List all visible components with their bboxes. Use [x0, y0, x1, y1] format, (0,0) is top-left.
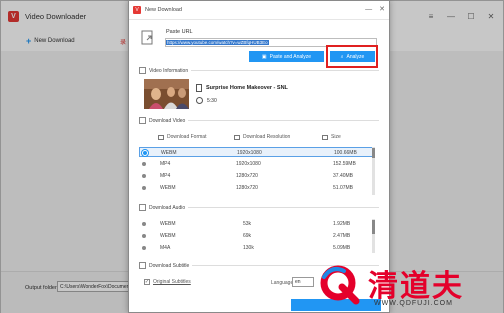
radio-button[interactable]	[142, 174, 146, 178]
original-subtitles-label: Original Subtitles	[153, 279, 191, 285]
audio-section-icon	[139, 204, 146, 211]
paste-url-label: Paste URL	[166, 29, 193, 35]
subtitle-section-icon	[139, 262, 146, 269]
video-section-icon	[139, 117, 146, 124]
video-thumbnail	[144, 79, 189, 109]
scrollbar-thumb[interactable]	[372, 220, 375, 234]
analyze-highlight-box	[326, 45, 378, 68]
language-select[interactable]: en	[292, 277, 314, 287]
link-icon	[141, 30, 153, 45]
close-icon[interactable]: ✕	[379, 6, 385, 13]
video-rows: WEBM 1920x1080 100.66MB MP4 1920x1080 15…	[139, 147, 373, 195]
radio-button[interactable]	[142, 234, 146, 238]
video-duration: 5:30	[207, 98, 217, 104]
radio-button[interactable]	[142, 162, 146, 166]
audio-row[interactable]: WEBM 53k 1.92MB	[139, 219, 373, 229]
subtitles-checkbox[interactable]: ✓	[144, 279, 150, 285]
video-row[interactable]: WEBM 1280x720 51.07MB	[139, 183, 373, 193]
video-row[interactable]: WEBM 1920x1080 100.66MB	[139, 147, 373, 157]
film-icon	[196, 84, 202, 92]
scrollbar-thumb[interactable]	[372, 148, 375, 158]
original-subtitles-option[interactable]: ✓ Original Subtitles	[144, 279, 191, 285]
url-selected-text: https://www.youtube.com/watch?v=wZBfqHUB…	[166, 40, 269, 45]
audio-scrollbar[interactable]	[372, 219, 375, 253]
video-row[interactable]: MP4 1920x1080 152.59MB	[139, 159, 373, 169]
column-header-size: Size	[322, 134, 341, 140]
video-title: Surprise Home Makeover - SNL	[206, 85, 288, 91]
paste-and-analyze-label: Paste and Analyze	[269, 53, 312, 60]
watermark-url: WWW.QDFUJI.COM	[374, 300, 453, 307]
radio-button[interactable]	[142, 222, 146, 226]
checkmark-icon[interactable]	[142, 150, 148, 156]
clock-icon	[196, 97, 203, 104]
radio-button[interactable]	[142, 186, 146, 190]
dialog-logo-icon: V	[133, 6, 141, 14]
watermark-brand-text: 清道夫	[368, 269, 464, 304]
info-icon	[139, 67, 146, 74]
clipboard-icon: ▣	[261, 53, 267, 60]
video-scrollbar[interactable]	[372, 147, 375, 195]
paste-and-analyze-button[interactable]: ▣ Paste and Analyze	[249, 51, 324, 62]
thumbnail-image	[144, 79, 189, 109]
video-column-headers: Download Format Download Resolution Size	[139, 134, 373, 144]
dialog-controls: — ✕	[365, 6, 385, 13]
download-video-header: Download Video	[139, 117, 379, 124]
watermark: 清道夫 WWW.QDFUJI.COM	[316, 257, 504, 313]
audio-row[interactable]: WEBM 69k 2.47MB	[139, 231, 373, 241]
dialog-titlebar: V New Download — ✕	[129, 1, 389, 20]
column-header-resolution: Download Resolution	[234, 134, 290, 140]
minimize-icon[interactable]: —	[365, 6, 372, 13]
video-info-header: Video Information	[139, 67, 379, 74]
language-label: Language	[271, 280, 294, 286]
video-row[interactable]: MP4 1280x720 37.40MB	[139, 171, 373, 181]
column-header-format: Download Format	[158, 134, 206, 140]
radio-button[interactable]	[142, 246, 146, 250]
audio-row[interactable]: M4A 130k 5.09MB	[139, 243, 373, 253]
download-audio-header: Download Audio	[139, 204, 379, 211]
dialog-title: New Download	[145, 7, 182, 13]
watermark-logo-icon	[320, 265, 360, 305]
audio-rows: WEBM 53k 1.92MB WEBM 69k 2.47MB M4A 130k…	[139, 219, 373, 253]
